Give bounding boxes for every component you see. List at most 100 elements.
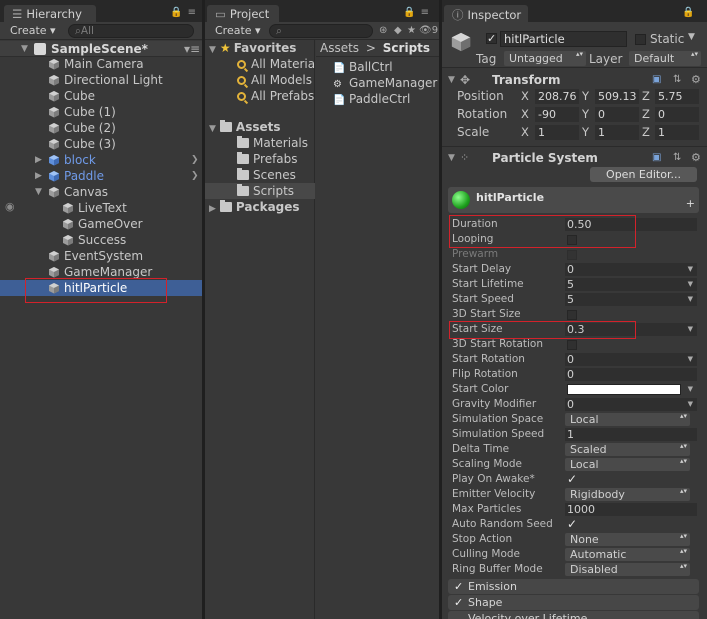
scene-menu-icon[interactable]: ▾≡ [184, 41, 200, 57]
static-checkbox[interactable] [635, 34, 646, 45]
breadcrumb-current[interactable]: Scripts [383, 41, 430, 55]
favorite-item[interactable]: All Models [237, 72, 312, 88]
module-velocity-over-lifetime[interactable]: Velocity over Lifetime [448, 611, 699, 619]
expand-arrow-icon[interactable]: ▼ [209, 124, 216, 134]
curve-mode-icon[interactable]: ▼ [688, 352, 693, 367]
curve-mode-icon[interactable]: ▼ [688, 322, 693, 337]
position-x-field[interactable]: 208.76 [535, 89, 579, 104]
play-on-awake-checkbox[interactable]: ✓ [567, 473, 577, 485]
panel-menu-icon[interactable]: 🔒 ≡ [170, 7, 197, 18]
collapse-arrow-icon[interactable]: ▶ [35, 155, 42, 165]
auto-random-seed-checkbox[interactable]: ✓ [567, 518, 577, 530]
start-rotation-field[interactable] [565, 353, 697, 366]
packages-header[interactable]: ▶ Packages [209, 199, 300, 215]
module-enabled-checkbox[interactable] [454, 612, 464, 619]
position-z-field[interactable]: 5.75 [655, 89, 699, 104]
curve-mode-icon[interactable]: ▼ [688, 292, 693, 307]
expand-arrow-icon[interactable]: ▼ [209, 45, 216, 55]
chevron-right-icon[interactable]: ❯ [191, 171, 199, 181]
scene-row[interactable]: ▼ SampleScene* ▾≡ [0, 41, 202, 57]
start-size-field[interactable] [565, 323, 697, 336]
hierarchy-item[interactable]: Cube (3) [48, 136, 116, 152]
hierarchy-item[interactable]: Paddle [48, 168, 104, 184]
hierarchy-item[interactable]: block [48, 152, 96, 168]
curve-mode-icon[interactable]: ▼ [688, 262, 693, 277]
asset-folder-item[interactable]: Scenes [237, 167, 296, 183]
hierarchy-item[interactable]: Cube (2) [48, 120, 116, 136]
settings-gear-icon[interactable]: ⚙ [691, 71, 701, 89]
gravity-field[interactable] [565, 398, 697, 411]
layer-dropdown[interactable]: Default [629, 51, 701, 66]
start-speed-field[interactable] [565, 293, 697, 306]
delta-time-dropdown[interactable]: Scaled [565, 443, 690, 456]
transform-header[interactable]: ▼ ✥ Transform ▣ ⇅ ⚙ [442, 71, 707, 89]
favorite-item[interactable]: All Prefabs [237, 88, 314, 104]
tag-dropdown[interactable]: Untagged [504, 51, 586, 66]
file-item[interactable]: 📄 BallCtrl [333, 59, 393, 75]
file-item[interactable]: 📄 PaddleCtrl [333, 91, 410, 107]
chevron-right-icon[interactable]: ❯ [191, 155, 199, 165]
search-input[interactable]: ⌕ [269, 24, 373, 38]
settings-gear-icon[interactable]: ⚙ [691, 149, 701, 167]
object-name-field[interactable]: hitlParticle [500, 31, 627, 47]
particle-system-header[interactable]: ▼ ⁘ Particle System ▣ ⇅ ⚙ [442, 149, 707, 167]
preset-icon[interactable]: ⇅ [673, 71, 681, 89]
active-checkbox[interactable]: ✓ [486, 33, 497, 44]
panel-menu-icon[interactable]: 🔒 ≡ [403, 7, 430, 18]
expand-arrow-icon[interactable]: ▼ [448, 71, 455, 89]
scale-z-field[interactable]: 1 [655, 125, 699, 140]
flip-rotation-field[interactable] [565, 368, 697, 381]
expand-arrow-icon[interactable]: ▼ [448, 149, 455, 167]
color-mode-icon[interactable]: ▼ [688, 382, 693, 397]
add-icon[interactable]: + [686, 197, 695, 210]
tab-inspector[interactable]: ⓘ Inspector [444, 5, 528, 22]
asset-folder-item[interactable]: Prefabs [237, 151, 298, 167]
start-rotation-3d-checkbox[interactable] [567, 340, 577, 350]
asset-folder-item[interactable]: Materials [237, 135, 308, 151]
hierarchy-item[interactable]: Canvas [48, 184, 108, 200]
collapse-arrow-icon[interactable]: ▶ [209, 204, 216, 214]
filter-type-icon[interactable]: ⊛ [379, 25, 387, 36]
create-button[interactable]: Create ▾ [4, 23, 62, 38]
asset-folder-item[interactable]: Scripts [237, 183, 294, 199]
search-input[interactable]: ⌕All [68, 24, 194, 38]
expand-arrow-icon[interactable]: ▼ [35, 187, 42, 197]
hierarchy-item-hitlparticle[interactable]: hitlParticle [48, 280, 127, 296]
tab-project[interactable]: ▭ Project [207, 5, 279, 22]
hierarchy-item[interactable]: EventSystem [48, 248, 143, 264]
module-shape[interactable]: ✓ Shape [448, 595, 699, 610]
expand-arrow-icon[interactable]: ▼ [21, 41, 28, 57]
create-button[interactable]: Create ▾ [209, 23, 267, 38]
looping-checkbox[interactable] [567, 235, 577, 245]
preset-icon[interactable]: ⇅ [673, 149, 681, 167]
module-emission[interactable]: ✓ Emission [448, 579, 699, 594]
hierarchy-item[interactable]: GameManager [48, 264, 152, 280]
hierarchy-item[interactable]: Cube (1) [48, 104, 116, 120]
favorite-item[interactable]: All Materia [237, 56, 315, 72]
module-enabled-checkbox[interactable]: ✓ [454, 597, 464, 608]
culling-mode-dropdown[interactable]: Automatic [565, 548, 690, 561]
module-enabled-checkbox[interactable]: ✓ [454, 581, 464, 592]
stop-action-dropdown[interactable]: None [565, 533, 690, 546]
start-lifetime-field[interactable] [565, 278, 697, 291]
file-item[interactable]: ⚙ GameManager [333, 75, 437, 91]
scaling-mode-dropdown[interactable]: Local [565, 458, 690, 471]
rotation-y-field[interactable]: 0 [595, 107, 639, 122]
hierarchy-item[interactable]: LiveText [62, 200, 127, 216]
start-size-3d-checkbox[interactable] [567, 310, 577, 320]
hierarchy-item[interactable]: Cube [48, 88, 95, 104]
curve-mode-icon[interactable]: ▼ [688, 397, 693, 412]
scale-y-field[interactable]: 1 [595, 125, 639, 140]
start-color-swatch[interactable] [567, 384, 681, 395]
filter-label-icon[interactable]: ◆ [394, 25, 402, 36]
static-dropdown-icon[interactable]: ▼ [688, 32, 695, 42]
hierarchy-item[interactable]: Directional Light [48, 72, 163, 88]
curve-mode-icon[interactable]: ▼ [688, 277, 693, 292]
assets-header[interactable]: ▼ Assets [209, 119, 281, 135]
favorites-header[interactable]: ▼ ★ Favorites [209, 40, 296, 56]
rotation-z-field[interactable]: 0 [655, 107, 699, 122]
favorite-star-icon[interactable]: ★ [407, 25, 416, 36]
help-icon[interactable]: ▣ [652, 149, 661, 167]
collapse-arrow-icon[interactable]: ▶ [35, 171, 42, 181]
hierarchy-item[interactable]: Main Camera [48, 56, 144, 72]
